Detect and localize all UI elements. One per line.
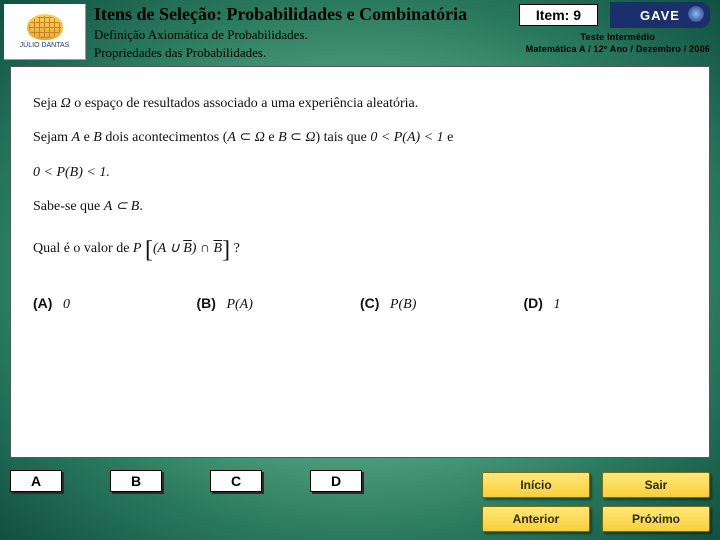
opt-a-val: 0 <box>63 297 70 312</box>
globe-icon <box>27 14 63 40</box>
cond-pa: 0 < P(A) < 1 <box>370 130 443 145</box>
txt: e <box>265 130 278 145</box>
var-b: B <box>93 130 102 145</box>
txt: e <box>80 130 93 145</box>
inicio-button[interactable]: Início <box>482 472 590 498</box>
anterior-button[interactable]: Anterior <box>482 506 590 532</box>
answer-c-button[interactable]: C <box>210 470 262 492</box>
option-c: (C) P(B) <box>360 295 524 313</box>
opt-d-val: 1 <box>553 297 560 312</box>
item-badge: Item: 9 <box>519 4 598 26</box>
prob-expr: P <box>133 241 142 256</box>
answer-d-button[interactable]: D <box>310 470 362 492</box>
sair-button[interactable]: Sair <box>602 472 710 498</box>
meta-line-2: Matemática A / 12º Ano / Dezembro / 2006 <box>526 44 710 56</box>
a-sub-b: A ⊂ B <box>104 199 140 214</box>
cond-pb: 0 < P(B) < 1. <box>33 165 110 180</box>
opt-a-label: (A) <box>33 295 52 311</box>
txt: Sejam <box>33 130 72 145</box>
header: JÚLIO DANTAS Itens de Seleção: Probabili… <box>0 0 720 64</box>
q-line-1: Seja Ω o espaço de resultados associado … <box>33 93 687 115</box>
q-line-3: 0 < P(B) < 1. <box>33 162 687 184</box>
meta-line-1: Teste Intermédio <box>526 32 710 44</box>
proximo-button[interactable]: Próximo <box>602 506 710 532</box>
logo-caption: JÚLIO DANTAS <box>20 42 70 49</box>
var-a: A <box>72 130 81 145</box>
omega3: Ω <box>305 130 315 145</box>
var-b2: B <box>278 130 287 145</box>
opt-b-label: (B) <box>197 295 216 311</box>
txt: ) tais que <box>315 130 370 145</box>
question-panel: Seja Ω o espaço de resultados associado … <box>10 66 710 458</box>
subset2: ⊂ <box>290 130 302 145</box>
gave-text: GAVE <box>640 8 680 23</box>
txt: Qual é o valor de <box>33 241 133 256</box>
omega2: Ω <box>255 130 265 145</box>
txt: e <box>444 130 454 145</box>
subset1: ⊂ <box>239 130 251 145</box>
rbracket-icon: ] <box>222 237 230 263</box>
expr: (A ∪ B) ∩ B <box>153 241 222 256</box>
var-a2: A <box>227 130 236 145</box>
lbracket-icon: [ <box>145 237 153 263</box>
answer-b-button[interactable]: B <box>110 470 162 492</box>
q-line-2: Sejam A e B dois acontecimentos (A ⊂ Ω e… <box>33 127 687 149</box>
answer-buttons: A B C D <box>10 470 362 492</box>
school-logo: JÚLIO DANTAS <box>4 4 86 60</box>
nav-buttons: Início Sair Anterior Próximo <box>482 472 710 532</box>
gave-logo: GAVE <box>610 2 710 28</box>
options-row: (A) 0 (B) P(A) (C) P(B) (D) 1 <box>33 295 687 313</box>
txt: o espaço de resultados associado a uma e… <box>71 96 419 111</box>
answer-a-button[interactable]: A <box>10 470 62 492</box>
opt-c-label: (C) <box>360 295 379 311</box>
exam-meta: Teste Intermédio Matemática A / 12º Ano … <box>526 32 710 55</box>
opt-d-label: (D) <box>524 295 543 311</box>
q-line-4: Sabe-se que A ⊂ B. <box>33 196 687 218</box>
q-line-5: Qual é o valor de P [(A ∪ B) ∩ B] ? <box>33 231 687 269</box>
txt: dois acontecimentos ( <box>102 130 228 145</box>
omega: Ω <box>61 96 71 111</box>
txt: Seja <box>33 96 61 111</box>
qmark: ? <box>234 241 240 256</box>
opt-b-val: P(A) <box>226 297 252 312</box>
opt-c-val: P(B) <box>390 297 416 312</box>
option-d: (D) 1 <box>524 295 688 313</box>
option-b: (B) P(A) <box>197 295 361 313</box>
txt: Sabe-se que <box>33 199 104 214</box>
option-a: (A) 0 <box>33 295 197 313</box>
